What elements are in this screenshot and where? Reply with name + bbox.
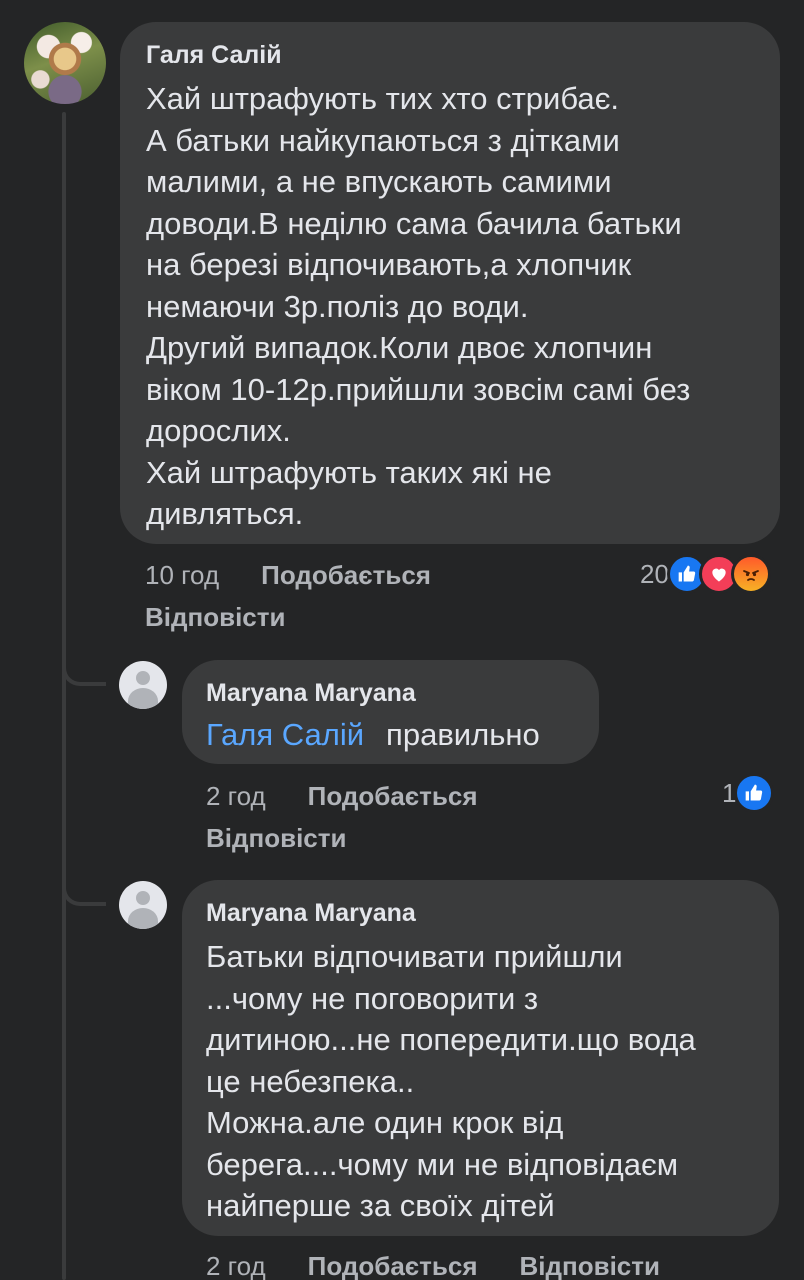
mention-link[interactable]: Галя Салій <box>206 717 364 752</box>
comment-time[interactable]: 2 год <box>206 1250 266 1280</box>
comment-bubble: Maryana Maryana Галя Салій правильно <box>182 660 599 764</box>
thread-branch <box>62 886 106 906</box>
reaction-count: 20 <box>640 558 669 589</box>
comment-line: Батьки відпочивати прийшли <box>206 939 623 974</box>
comment-line: дорослих. <box>146 413 291 448</box>
comment-line: А батьки найкупаються з дітками <box>146 122 620 158</box>
comment-bubble: Maryana Maryana Батьки відпочивати прийш… <box>182 880 779 1236</box>
thread-line <box>62 112 66 1280</box>
comment-author[interactable]: Галя Салій <box>146 40 754 70</box>
comment-line: Хай штрафують таких які не <box>146 454 552 490</box>
reactions-summary[interactable]: 20 <box>640 554 771 594</box>
comment-time[interactable]: 2 год <box>206 780 266 812</box>
comment-author[interactable]: Maryana Maryana <box>206 898 755 928</box>
angry-icon <box>730 554 771 594</box>
reply-button[interactable]: Відповісти <box>520 1250 660 1280</box>
comment-line: Хай штрафують тих хто стрибає. <box>146 81 620 116</box>
comment-line: на березі відпочивають,а хлопчик <box>146 247 632 282</box>
like-icon <box>734 773 775 813</box>
thread-branch <box>62 666 106 686</box>
comment-text: Галя Салій правильно <box>206 714 575 756</box>
avatar[interactable] <box>119 661 167 709</box>
comment-line: берега....чому ми не відповідаєм <box>206 1146 679 1182</box>
comment-line: малими, а не впускають самими <box>146 164 612 199</box>
comment-line: правильно <box>386 717 540 752</box>
comment-line: дивляться. <box>146 496 304 531</box>
comment-text: Батьки відпочивати прийшли ...чому не по… <box>206 936 755 1227</box>
avatar[interactable] <box>24 22 106 104</box>
like-button[interactable]: Подобається <box>261 559 431 591</box>
comment-line: ...чому не поговорити з <box>206 980 539 1016</box>
comment-line: Другий випадок.Коли двоє хлопчин <box>146 330 653 365</box>
comment-actions: 2 год Подобається Відповісти <box>206 1250 660 1280</box>
comment-actions: 10 год Подобається Відповісти <box>145 559 431 633</box>
comment-line: дитиною...не попередити.що вода <box>206 1022 696 1057</box>
like-button[interactable]: Подобається <box>308 1250 478 1280</box>
reply-button[interactable]: Відповісти <box>145 601 285 633</box>
comment-line: Можна.але один крок від <box>206 1105 564 1140</box>
comment-line: доводи.В неділю сама бачила батьки <box>146 205 682 241</box>
reply-button[interactable]: Відповісти <box>206 822 346 854</box>
comment-author[interactable]: Maryana Maryana <box>206 678 575 708</box>
comment-line: це небезпека.. <box>206 1063 415 1099</box>
comment-line: віком 10-12р.прийшли зовсім самі без <box>146 371 691 407</box>
comment-line: найперше за своїх дітей <box>206 1188 555 1223</box>
comment-line: немаючи 3р.поліз до води. <box>146 288 529 324</box>
comment-actions: 2 год Подобається Відповісти <box>206 780 478 854</box>
comment-text: Хай штрафують тих хто стрибає. А батьки … <box>146 78 754 535</box>
comment-time[interactable]: 10 год <box>145 559 219 591</box>
avatar[interactable] <box>119 881 167 929</box>
like-button[interactable]: Подобається <box>308 780 478 812</box>
comment-bubble: Галя Салій Хай штрафують тих хто стрибає… <box>120 22 780 544</box>
comments-thread: Галя Салій Хай штрафують тих хто стрибає… <box>0 0 804 1280</box>
reactions-summary[interactable]: 1 <box>722 773 775 813</box>
